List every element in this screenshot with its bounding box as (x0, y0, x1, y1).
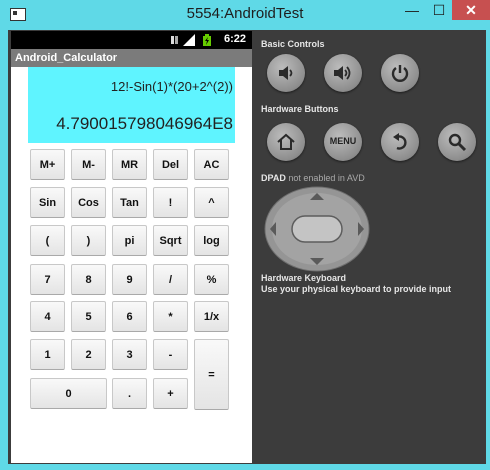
key-factorial[interactable]: ! (153, 187, 188, 218)
key-sin[interactable]: Sin (30, 187, 65, 218)
key-log[interactable]: log (194, 225, 229, 256)
key-add[interactable]: + (153, 378, 188, 409)
battery-icon (203, 34, 211, 46)
key-1[interactable]: 1 (30, 339, 65, 370)
app-title-bar: Android_Calculator (11, 49, 252, 67)
volume-up-icon (334, 66, 351, 80)
key-reciprocal[interactable]: 1/x (194, 301, 229, 332)
calculator-display: 12!-Sin(1)*(20+2^(2)) 4.790015798046964E… (28, 67, 235, 143)
key-multiply[interactable]: * (153, 301, 188, 332)
hardware-buttons-label: Hardware Buttons (261, 104, 339, 114)
key-left-paren[interactable]: ( (30, 225, 65, 256)
key-mr[interactable]: MR (112, 149, 147, 180)
home-button[interactable] (267, 123, 305, 161)
key-m-plus[interactable]: M+ (30, 149, 65, 180)
key-sqrt[interactable]: Sqrt (153, 225, 188, 256)
key-cos[interactable]: Cos (71, 187, 106, 218)
dpad-center-button[interactable] (291, 215, 343, 243)
status-bar: 6:22 (11, 31, 252, 49)
keyboard-label: Hardware Keyboard (261, 273, 347, 283)
key-m-minus[interactable]: M- (71, 149, 106, 180)
volume-down-icon (279, 66, 293, 80)
result-text: 4.790015798046964E8 (56, 114, 233, 133)
key-right-paren[interactable]: ) (71, 225, 106, 256)
key-5[interactable]: 5 (71, 301, 106, 332)
key-divide[interactable]: / (153, 264, 188, 295)
dpad-control[interactable] (264, 186, 370, 272)
key-decimal[interactable]: . (112, 378, 147, 409)
menu-button-label: MENU (329, 136, 357, 146)
key-subtract[interactable]: - (153, 339, 188, 370)
key-equals[interactable]: = (194, 339, 229, 410)
volume-down-button[interactable] (267, 54, 305, 92)
dpad-label: DPAD not enabled in AVD (261, 173, 365, 183)
key-2[interactable]: 2 (71, 339, 106, 370)
power-icon (391, 65, 409, 82)
expression-text: 12!-Sin(1)*(20+2^(2)) (110, 79, 233, 94)
title-bar: 5554:AndroidTest — ☐ ✕ (0, 0, 490, 30)
key-power[interactable]: ^ (194, 187, 229, 218)
dpad-title: DPAD (261, 173, 286, 183)
key-tan[interactable]: Tan (112, 187, 147, 218)
signal-icon (183, 34, 195, 46)
phone-screen: 6:22 Android_Calculator 12!-Sin(1)*(20+2… (11, 31, 252, 463)
basic-controls-label: Basic Controls (261, 39, 325, 49)
emulator-content: 6:22 Android_Calculator 12!-Sin(1)*(20+2… (8, 30, 486, 464)
key-ac[interactable]: AC (194, 149, 229, 180)
key-0[interactable]: 0 (30, 378, 107, 409)
key-8[interactable]: 8 (71, 264, 106, 295)
home-icon (277, 133, 295, 150)
search-button[interactable] (438, 123, 476, 161)
search-icon (448, 133, 467, 152)
dpad-note: not enabled in AVD (288, 173, 365, 183)
power-button[interactable] (381, 54, 419, 92)
key-percent[interactable]: % (194, 264, 229, 295)
close-button[interactable]: ✕ (452, 0, 490, 20)
key-4[interactable]: 4 (30, 301, 65, 332)
minimize-button[interactable]: — (398, 0, 426, 20)
key-6[interactable]: 6 (112, 301, 147, 332)
key-7[interactable]: 7 (30, 264, 65, 295)
key-del[interactable]: Del (153, 149, 188, 180)
back-button[interactable] (381, 123, 419, 161)
data-icon (171, 36, 178, 44)
status-time: 6:22 (223, 33, 246, 45)
volume-up-button[interactable] (324, 54, 362, 92)
key-3[interactable]: 3 (112, 339, 147, 370)
keyboard-note: Use your physical keyboard to provide in… (261, 284, 452, 294)
menu-button[interactable]: MENU (324, 123, 362, 161)
maximize-button[interactable]: ☐ (426, 0, 452, 20)
back-icon (393, 133, 407, 150)
emulator-window: 5554:AndroidTest — ☐ ✕ 6:22 Android_Calc… (0, 0, 490, 470)
key-9[interactable]: 9 (112, 264, 147, 295)
key-pi[interactable]: pi (112, 225, 147, 256)
